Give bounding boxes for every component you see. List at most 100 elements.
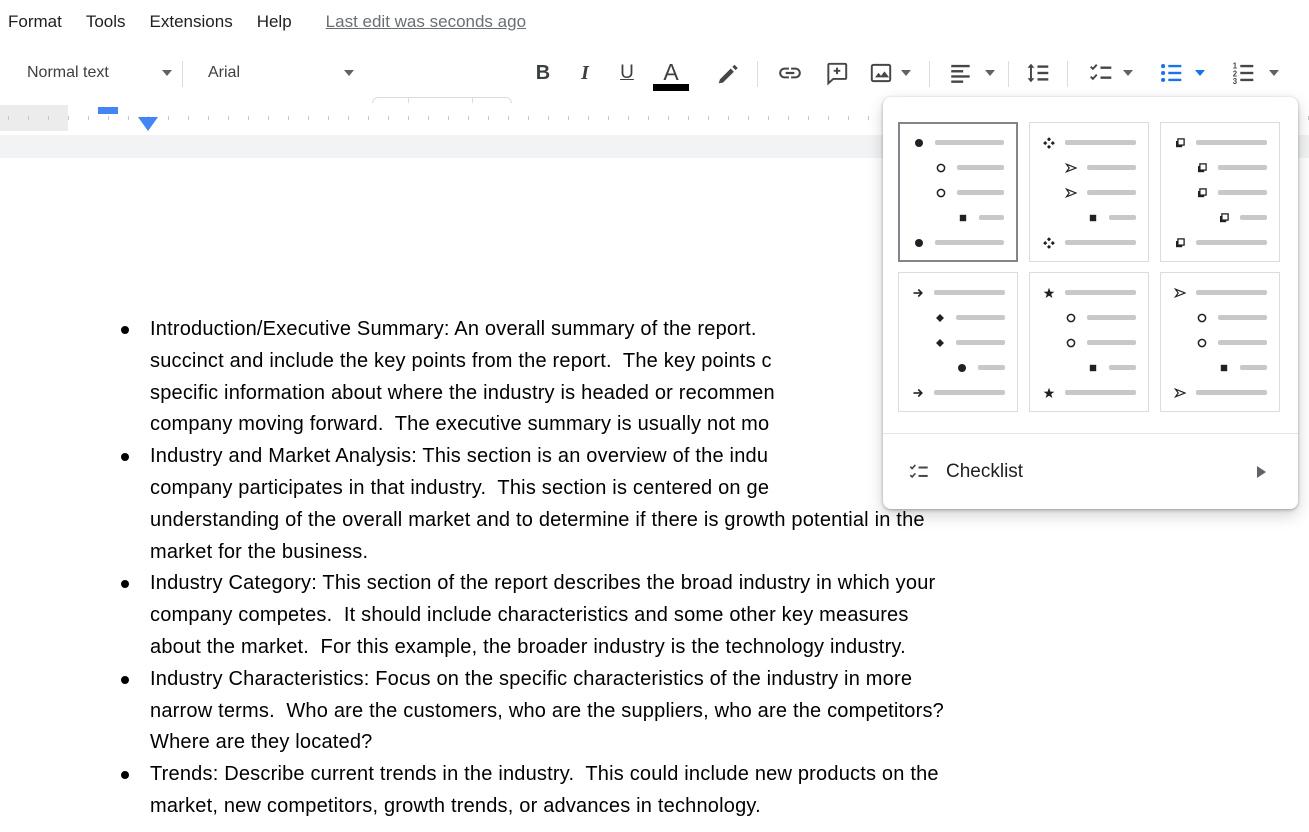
bullet-style-preview-row [1161,180,1279,205]
left-indent-marker[interactable] [138,117,158,131]
menu-help[interactable]: Help [245,12,304,32]
bullet-style-option-3[interactable] [1160,122,1280,262]
bullet-style-preview-row [1030,330,1148,355]
last-edit-link[interactable]: Last edit was seconds ago [326,12,526,32]
text-line: Industry Category: This section of the r… [150,568,1309,600]
circle-bullet-icon [1064,311,1078,325]
shadow-square-bullet-icon [1195,186,1209,200]
bullet-list-item[interactable]: Industry Category: This section of the r… [0,568,1309,663]
bulleted-list-button[interactable] [1154,44,1188,102]
highlight-color-button[interactable] [712,44,746,102]
add-comment-button[interactable] [820,44,854,102]
bullet-list-item[interactable]: Industry Characteristics: Focus on the s… [0,664,1309,759]
ruler-tick [748,116,749,120]
checklist-menu-label: Checklist [946,461,1023,483]
preview-text-bar [934,390,1005,395]
ruler-tick [448,116,449,120]
preview-text-bar [1065,390,1136,395]
bullet-style-option-4[interactable] [898,272,1018,412]
ruler-tick [28,116,29,120]
preview-text-bar [956,340,1005,345]
bullet-style-preview-row [900,130,1016,155]
ruler-tick [788,116,789,120]
ruler-tick [8,116,9,120]
bullet-style-option-6[interactable] [1160,272,1280,412]
bullet-style-option-1-selected[interactable] [898,122,1018,262]
text-color-swatch [653,84,689,91]
checklist-menu-item[interactable]: Checklist [883,434,1298,509]
ruler-tick [308,116,309,120]
preview-text-bar [1087,165,1136,170]
bullet-style-option-2[interactable] [1029,122,1149,262]
insert-link-button[interactable] [773,44,807,102]
paragraph-style-selector[interactable]: Normal text [27,44,172,102]
circle-bullet-icon [934,161,948,175]
bullet-style-option-5[interactable] [1029,272,1149,412]
star-bullet-icon [1042,286,1056,300]
ruler-tick [288,116,289,120]
bullet-style-preview-row [900,230,1016,255]
ruler-tick [248,116,249,120]
preview-text-bar [1196,140,1267,145]
checklist-button[interactable] [1084,44,1118,102]
preview-text-bar [1240,215,1267,220]
numbered-list-menu[interactable] [1266,44,1282,102]
font-selector[interactable]: Arial [208,44,354,102]
disc-bullet-icon [912,136,926,150]
text-color-button[interactable]: A [653,44,689,102]
underline-button[interactable]: U [612,44,642,102]
chevron-down-icon [1123,70,1133,76]
ruler-tick [568,116,569,120]
bullet-style-preview-row [1161,230,1279,255]
ruler-tick [328,116,329,120]
bold-button[interactable]: B [528,44,558,102]
bullet-style-preview-row [1030,155,1148,180]
ruler-tick [728,116,729,120]
preview-text-bar [1218,165,1267,170]
bullet-glyph [121,326,129,334]
menu-tools[interactable]: Tools [74,12,138,32]
bullet-style-preview-row [900,180,1016,205]
preview-text-bar [935,140,1004,145]
diamond-bullet-icon [933,336,947,350]
preview-text-bar [978,365,1005,370]
bullet-list-item[interactable]: Trends: Describe current trends in the i… [0,759,1309,823]
align-menu[interactable] [982,44,998,102]
bullet-style-preview-row [1161,380,1279,405]
text-line: company competes. It should include char… [150,600,1309,632]
italic-button[interactable]: I [570,44,600,102]
bullet-style-preview-row [1030,305,1148,330]
ruler-tick [628,116,629,120]
preview-text-bar [1109,365,1136,370]
insert-image-menu[interactable] [898,44,914,102]
ruler-tick [548,116,549,120]
first-line-indent-marker[interactable] [98,107,118,114]
preview-text-bar [1065,140,1136,145]
ruler-tick [608,116,609,120]
circle-bullet-icon [1195,336,1209,350]
numbered-list-button[interactable]: 123 [1226,44,1260,102]
text-line: Trends: Describe current trends in the i… [150,759,1309,791]
svg-text:3: 3 [1233,77,1238,86]
ruler-tick [708,116,709,120]
checklist-menu[interactable] [1120,44,1136,102]
insert-image-button[interactable] [864,44,898,102]
line-spacing-button[interactable] [1020,44,1056,102]
menu-extensions[interactable]: Extensions [138,12,245,32]
bulleted-list-menu[interactable] [1192,44,1208,102]
arrow-bullet-icon [911,286,925,300]
ruler-tick [528,116,529,120]
checklist-icon [1088,60,1114,86]
bullet-style-preview-row [1030,130,1148,155]
text-line: understanding of the overall market and … [150,505,1309,537]
preview-text-bar [957,190,1004,195]
ruler-tick [368,116,369,120]
bullet-style-preview-row [1161,155,1279,180]
menu-format[interactable]: Format [0,12,74,32]
submenu-arrow-icon [1257,466,1266,478]
toolbar-divider [182,61,183,87]
align-button[interactable] [944,44,978,102]
ruler-tick [648,116,649,120]
ruler-tick [188,116,189,120]
ruler-tick [868,116,869,120]
